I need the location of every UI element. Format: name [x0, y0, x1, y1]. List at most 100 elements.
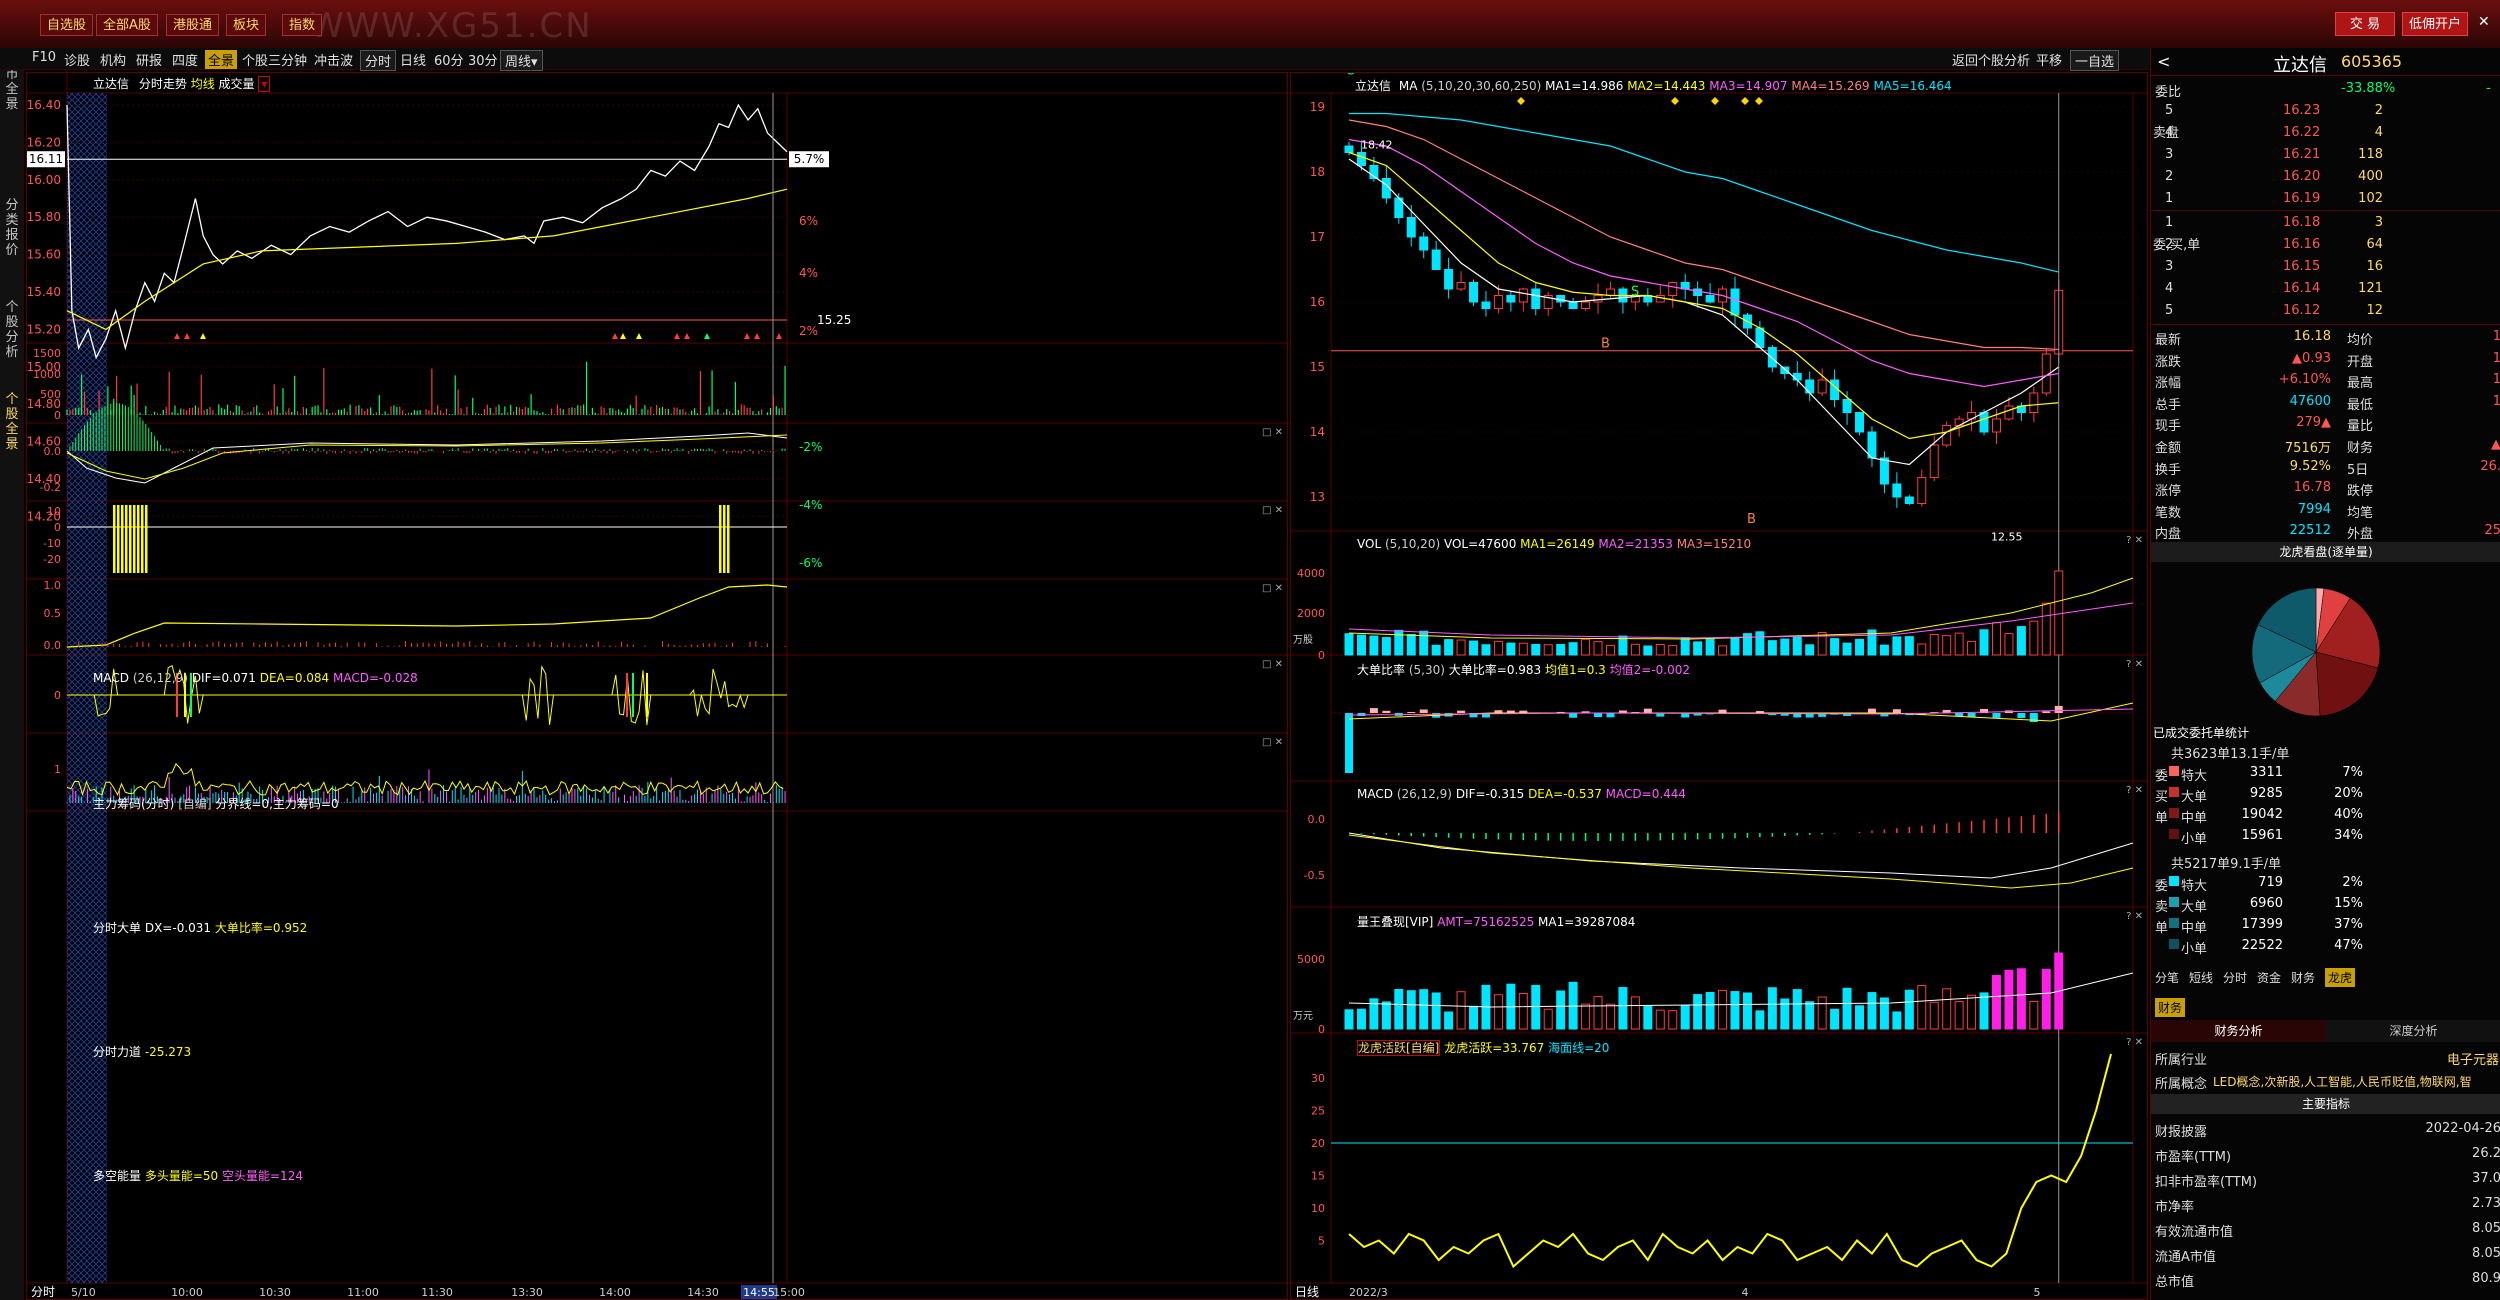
institution-button[interactable]: 机构 — [100, 50, 126, 69]
intraday-settings-icon[interactable]: ▾ — [258, 76, 271, 92]
daily-corner-label[interactable]: 日线 — [1295, 1283, 1319, 1300]
order-swatch — [2169, 876, 2179, 886]
pane-close-icon: □ ✕ — [1262, 737, 1283, 748]
signal-marker — [744, 333, 750, 339]
date-tick-label: 2022/3 — [1349, 1286, 1388, 1299]
sell-volume: 118 — [2358, 147, 2383, 162]
current-pct-label: 5.7% — [794, 152, 825, 166]
side-tab-stock-panorama[interactable]: 个股全景 — [2, 392, 22, 452]
lwdx-bar — [1543, 1008, 1553, 1030]
webi-row: 委比 -33.88% - — [2151, 78, 2500, 100]
candle-body — [1892, 483, 1902, 498]
diagnose-button[interactable]: 诊股 — [64, 50, 90, 69]
lwdx-bar — [1618, 987, 1628, 1030]
lhhy-name[interactable]: 龙虎活跃[自编] — [1357, 1040, 1441, 1056]
daily-vol-tick: 0 — [1318, 649, 1325, 662]
pan-button[interactable]: 平移 — [2036, 50, 2062, 69]
fsdd-name[interactable]: 分时大单 — [93, 921, 141, 935]
lwdx-bar — [1855, 1005, 1865, 1030]
four-degree-button[interactable]: 四度 — [172, 50, 198, 69]
tab-funds[interactable]: 资金 — [2257, 969, 2281, 986]
candle-body — [1830, 379, 1840, 400]
ddbl-name[interactable]: 大单比率 — [1357, 663, 1405, 677]
daily-svg: 1918171615141318.4212.55SSBB400020000万股0… — [1291, 73, 2149, 1299]
daily-volume-bar — [1369, 635, 1379, 656]
intraday-corner-label[interactable]: 分时 — [31, 1283, 55, 1300]
order-swatch — [2169, 766, 2179, 776]
candle-body — [1593, 295, 1603, 303]
lhhy-value: 龙虎活跃=33.767 — [1444, 1041, 1545, 1055]
stat-value-2: 26. — [2480, 458, 2500, 474]
tab-intraday[interactable]: 分时 — [2223, 969, 2247, 986]
buy-volume: 64 — [2366, 237, 2383, 252]
ddbl-bar — [1718, 709, 1727, 713]
daily-dea-line — [1348, 834, 2134, 889]
deep-analysis-tab[interactable]: 深度分析 — [2326, 1020, 2500, 1042]
back-arrow-icon[interactable]: < — [2157, 52, 2170, 71]
dkn-long: 多头量能=50 — [144, 1169, 219, 1183]
back-to-analysis-button[interactable]: 返回个股分析 — [1952, 50, 2030, 69]
watchlist-button[interactable]: 自选股 — [40, 14, 94, 36]
tab-finance[interactable]: 财务 — [2291, 969, 2315, 986]
fin-analysis-tab[interactable]: 财务分析 — [2151, 1020, 2326, 1042]
finance-tab[interactable]: 财务 — [2155, 998, 2186, 1017]
macd-dif-line — [66, 432, 788, 484]
open-account-button[interactable]: 低佣开户 — [2402, 12, 2468, 36]
daily-volume-bar — [1767, 640, 1777, 656]
f10-button[interactable]: F10 — [32, 50, 56, 65]
sector-button[interactable]: 板块 — [226, 14, 267, 36]
fsld-name[interactable]: 分时力道 — [93, 1045, 141, 1059]
diamond-marker — [1755, 97, 1763, 105]
stat-label: 涨停 — [2155, 484, 2182, 500]
60min-period-button[interactable]: 60分 — [434, 50, 464, 69]
intraday-period-button[interactable]: 分时 — [360, 50, 397, 71]
daily-price-tick: 19 — [1310, 100, 1325, 114]
close-icon[interactable]: ✕ — [2478, 14, 2490, 30]
candle-body — [1917, 477, 1927, 504]
lwdx-name[interactable]: 量王叠现[VIP] — [1357, 915, 1433, 929]
order-size-name: 大单 — [2181, 900, 2208, 915]
macd-name[interactable]: MACD — [93, 671, 129, 685]
hk-connect-button[interactable]: 港股通 — [166, 14, 220, 36]
vol-name[interactable]: VOL — [1357, 537, 1381, 551]
stat-value-2: 1 — [2492, 372, 2500, 388]
lwdx-bar — [1842, 987, 1852, 1030]
watchlist-dropdown[interactable]: 一自选 — [2070, 50, 2120, 71]
three-minute-button[interactable]: 个股三分钟 — [242, 50, 307, 69]
daily-volume-bar — [1879, 644, 1889, 656]
intraday-chart-area: 16.40 16.20 16.00 15.80 15.60 15.40 15.20 15.00… — [26, 72, 1289, 1300]
research-button[interactable]: 研报 — [136, 50, 162, 69]
metric-value: 37.0 — [2472, 1171, 2500, 1186]
daily-volume-bar — [1556, 643, 1566, 656]
index-button[interactable]: 指数 — [282, 14, 323, 36]
tab-shortline[interactable]: 短线 — [2189, 969, 2213, 986]
daily-volume-bar — [1842, 642, 1852, 656]
side-tab-stock-analysis[interactable]: 个股分析 — [2, 300, 22, 360]
stat-label: 涨幅 — [2155, 376, 2182, 392]
daily-macd-tick: -0.5 — [1304, 869, 1325, 882]
impact-wave-button[interactable]: 冲击波 — [314, 50, 353, 69]
lhhy-tick: 20 — [1311, 1137, 1325, 1150]
sell-row: 1 16.19 102 — [2151, 188, 2500, 210]
fsdd-dx: DX=-0.031 — [144, 921, 212, 935]
daily-volume-bar — [1929, 633, 1939, 656]
dkn-name[interactable]: 多空能量 — [93, 1169, 141, 1183]
panorama-button[interactable]: 全景 — [205, 50, 238, 69]
order-pct: 34% — [2334, 828, 2363, 843]
tab-dragon-tiger[interactable]: 龙虎 — [2325, 968, 2356, 987]
stat-label-2: 均价 — [2347, 333, 2374, 348]
lwdx-bar — [1469, 1005, 1479, 1030]
daily-macd-name[interactable]: MACD — [1357, 787, 1393, 801]
ma-label[interactable]: MA — [1399, 79, 1418, 93]
pane-close-icon: ? ✕ — [2126, 785, 2143, 796]
zlcm-name[interactable]: 主力筹码(分时) — [93, 797, 174, 811]
side-tab-category-quotes[interactable]: 分类报价 — [2, 198, 22, 258]
trade-button[interactable]: 交 易 — [2335, 12, 2395, 36]
30min-period-button[interactable]: 30分 — [468, 50, 498, 69]
weekly-period-dropdown[interactable]: 周线▾ — [500, 50, 543, 71]
time-tick-label: 11:00 — [347, 1286, 379, 1299]
tab-ticks[interactable]: 分笔 — [2155, 969, 2179, 986]
daily-period-button[interactable]: 日线 — [400, 50, 426, 69]
macd-tick-label: -0.2 — [40, 481, 61, 494]
all-a-shares-button[interactable]: 全部A股 — [96, 14, 158, 36]
